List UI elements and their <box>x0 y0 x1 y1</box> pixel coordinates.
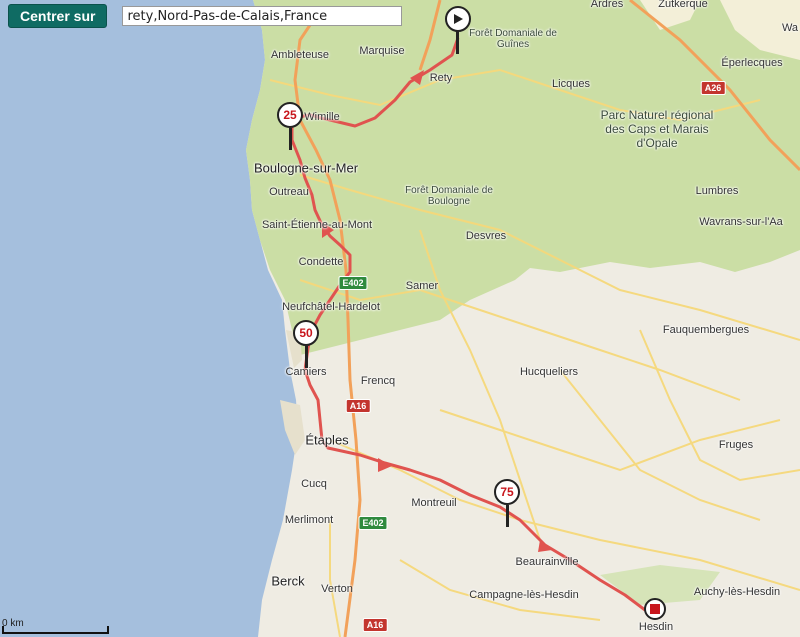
location-input[interactable] <box>122 6 403 26</box>
place-lumbres: Lumbres <box>695 185 739 197</box>
distance-marker-25[interactable]: 25 <box>277 102 303 128</box>
road-shield-e402-south: E402 <box>358 516 388 530</box>
place-desvres: Desvres <box>465 230 507 242</box>
place-berck: Berck <box>271 573 305 589</box>
map-canvas[interactable] <box>0 0 800 637</box>
distance-marker-75[interactable]: 75 <box>494 479 520 505</box>
place-ardres: Ardres <box>590 0 624 10</box>
scale-line <box>2 626 109 634</box>
toolbar: Centrer sur <box>8 4 403 28</box>
road-shield-a16-mid: A16 <box>345 399 371 413</box>
road-shield-a26: A26 <box>700 81 726 95</box>
place-etaples: Étaples <box>305 432 349 448</box>
place-auchy: Auchy-lès-Hesdin <box>693 586 781 598</box>
start-marker-stem <box>456 30 459 54</box>
place-wimille: Wimille <box>304 111 340 123</box>
place-outreau: Outreau <box>269 186 309 198</box>
place-foret-guines: Forêt Domaniale de Guînes <box>469 28 557 50</box>
place-licques: Licques <box>552 78 590 90</box>
place-boulogne: Boulogne-sur-Mer <box>253 160 359 176</box>
km75-stem <box>506 505 509 527</box>
place-beaurainville: Beaurainville <box>515 556 579 568</box>
place-ambleteuse: Ambleteuse <box>270 49 330 61</box>
center-on-button[interactable]: Centrer sur <box>8 4 108 28</box>
stop-square-icon[interactable] <box>644 598 666 620</box>
place-marquise: Marquise <box>359 45 405 57</box>
place-neufchatel: Neufchâtel-Hardelot <box>282 301 380 313</box>
start-marker[interactable] <box>445 6 471 32</box>
place-saint-etienne: Saint-Étienne-au-Mont <box>261 219 373 231</box>
km50-stem <box>305 346 308 368</box>
place-condette: Condette <box>298 256 344 268</box>
place-fauquembergues: Fauquembergues <box>662 324 750 336</box>
place-rety: Rety <box>429 72 453 84</box>
place-campagne: Campagne-lès-Hesdin <box>469 589 579 601</box>
place-frencq: Frencq <box>360 375 396 387</box>
road-shield-e402-north: E402 <box>338 276 368 290</box>
place-wa: Wa <box>781 22 799 34</box>
distance-marker-50[interactable]: 50 <box>293 320 319 346</box>
place-fruges: Fruges <box>718 439 754 451</box>
place-eperlecques: Éperlecques <box>721 57 783 69</box>
road-shield-a16-south: A16 <box>362 618 388 632</box>
place-verton: Verton <box>321 583 353 595</box>
place-wavrans: Wavrans-sur-l'Aa <box>699 216 783 228</box>
place-zutkerque: Zutkerque <box>658 0 708 10</box>
km25-stem <box>289 128 292 150</box>
place-montreuil: Montreuil <box>411 497 457 509</box>
place-hucqueliers: Hucqueliers <box>519 366 579 378</box>
place-cucq: Cucq <box>301 478 327 490</box>
place-foret-boulogne: Forêt Domaniale de Boulogne <box>405 185 493 207</box>
play-icon <box>454 14 463 24</box>
scale-bar: 0 km <box>0 614 110 636</box>
place-samer: Samer <box>405 280 439 292</box>
place-merlimont: Merlimont <box>284 514 334 526</box>
place-hesdin: Hesdin <box>638 621 674 633</box>
place-parc-naturel: Parc Naturel régional des Caps et Marais… <box>600 108 714 150</box>
